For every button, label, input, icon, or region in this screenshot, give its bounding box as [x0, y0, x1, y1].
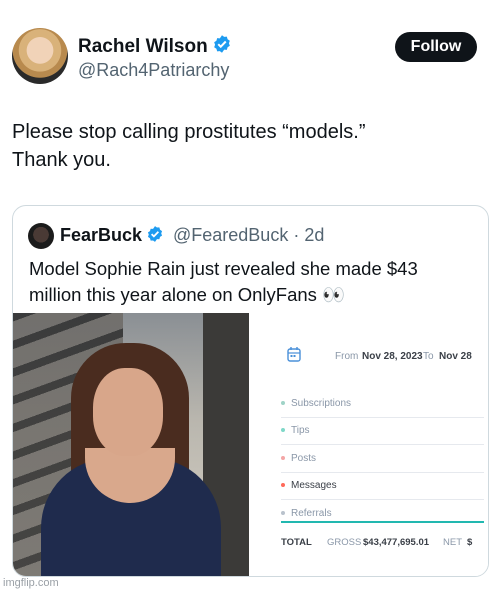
quoted-text-line: Model Sophie Rain just revealed she made… [29, 258, 418, 279]
author-handle[interactable]: @Rach4Patriarchy [78, 60, 229, 81]
quoted-text: Model Sophie Rain just revealed she made… [29, 256, 469, 308]
follow-button[interactable]: Follow [395, 32, 477, 62]
date-range: From Nov 28, 2023 To Nov 28 [287, 346, 488, 366]
category-label: Referrals [291, 508, 332, 519]
earnings-screenshot[interactable]: From Nov 28, 2023 To Nov 28 Subscription… [249, 313, 488, 576]
watermark: imgflip.com [3, 577, 59, 589]
category-label: Tips [291, 425, 310, 436]
gross-value: $43,477,695.01 [363, 537, 430, 548]
category-dot [281, 483, 285, 487]
verified-badge-icon [213, 35, 230, 53]
tweet-header: Rachel Wilson @Rach4Patriarchy Follow [12, 28, 488, 88]
category-dot [281, 456, 285, 460]
total-label: TOTAL [281, 537, 312, 548]
category-posts: Posts [281, 446, 484, 473]
author-name-row[interactable]: Rachel Wilson [78, 34, 232, 58]
quoted-handle-time: @FearedBuck · 2d [173, 225, 325, 245]
category-dot [281, 401, 285, 405]
quoted-author-avatar[interactable] [28, 223, 54, 249]
category-referrals: Referrals [281, 501, 484, 528]
calendar-icon [287, 347, 301, 362]
total-divider [281, 521, 484, 523]
total-row: TOTAL GROSS $43,477,695.01 NET $ [281, 534, 488, 550]
photo-face [93, 368, 163, 456]
to-label: To [423, 351, 434, 362]
net-label: NET [443, 537, 462, 548]
category-messages: Messages [281, 473, 484, 500]
from-date: Nov 28, 2023 [362, 351, 423, 362]
category-dot [281, 511, 285, 515]
to-date: Nov 28 [439, 351, 472, 362]
quoted-author-name[interactable]: FearBuck [60, 225, 142, 245]
category-dot [281, 428, 285, 432]
attached-photo[interactable] [13, 313, 249, 576]
from-label: From [335, 351, 359, 362]
tweet-text-line: Please stop calling prostitutes “models.… [12, 121, 366, 143]
quoted-author-name-row[interactable]: FearBuck [60, 225, 164, 246]
gross-label: GROSS [327, 537, 362, 548]
quoted-text-line: million this year alone on OnlyFans 👀 [29, 284, 346, 305]
tweet-text: Please stop calling prostitutes “models.… [12, 118, 482, 174]
verified-badge-icon [147, 226, 163, 242]
author-name[interactable]: Rachel Wilson [78, 36, 208, 57]
tweet-text-line: Thank you. [12, 149, 111, 171]
category-subscriptions: Subscriptions [281, 391, 484, 418]
quoted-tweet-card[interactable]: FearBuck @FearedBuck · 2d Model Sophie R… [12, 205, 489, 577]
category-label: Messages [291, 480, 337, 491]
author-avatar[interactable] [12, 28, 68, 84]
category-label: Posts [291, 453, 317, 464]
net-value: $ [467, 537, 473, 548]
category-tips: Tips [281, 418, 484, 445]
category-label: Subscriptions [291, 398, 352, 409]
